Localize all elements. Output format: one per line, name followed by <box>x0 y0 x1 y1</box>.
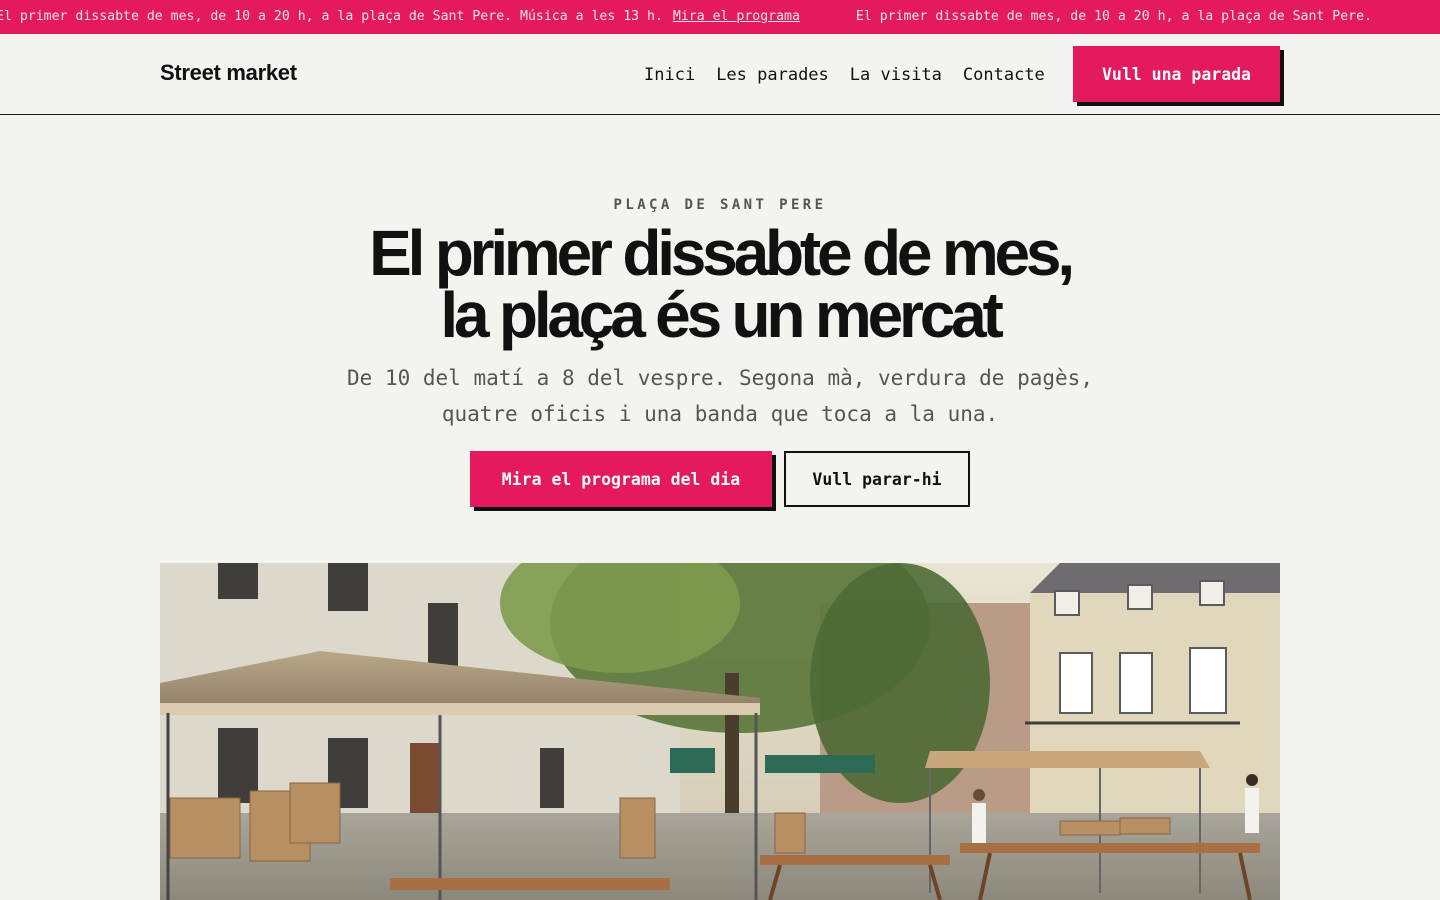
announcement-ticker: El primer dissabte de mes, de 10 a 20 h,… <box>0 0 1440 34</box>
market-square-photo <box>160 563 1280 900</box>
hero-eyebrow: PLAÇA DE SANT PERE <box>613 197 827 213</box>
main-nav: Inici Les parades La visita Contacte <box>644 63 1045 87</box>
hero-title-line-2: la plaça és un mercat <box>440 279 1003 351</box>
hero-lead: De 10 del matí a 8 del vespre. Segona mà… <box>347 366 1093 426</box>
hero-title: El primer dissabte de mes, la plaça és u… <box>220 221 1220 347</box>
nav-item-les-parades[interactable]: Les parades <box>716 63 829 87</box>
nav-item-contacte[interactable]: Contacte <box>963 63 1045 87</box>
ticker-message-repeat: El primer dissabte de mes, de 10 a 20 h,… <box>855 9 1372 24</box>
nav-item-la-visita[interactable]: La visita <box>850 63 942 87</box>
ticker-message: El primer dissabte de mes, de 10 a 20 h,… <box>0 9 663 24</box>
ticker-track: El primer dissabte de mes, de 10 a 20 h,… <box>0 0 1428 34</box>
view-program-button[interactable]: Mira el programa del dia <box>470 451 772 507</box>
nav-item-inici[interactable]: Inici <box>644 63 695 87</box>
site-header: Street market Inici Les parades La visit… <box>0 34 1440 115</box>
join-market-button[interactable]: Vull parar-hi <box>784 451 970 507</box>
ticker-item: El primer dissabte de mes, de 10 a 20 h,… <box>0 0 800 34</box>
request-stall-button[interactable]: Vull una parada <box>1073 46 1280 102</box>
ticker-item: El primer dissabte de mes, de 10 a 20 h,… <box>856 0 1372 34</box>
site-logo[interactable]: Street market <box>160 60 297 86</box>
ticker-program-link[interactable]: Mira el programa <box>673 9 800 24</box>
market-square-illustration <box>160 563 1280 900</box>
